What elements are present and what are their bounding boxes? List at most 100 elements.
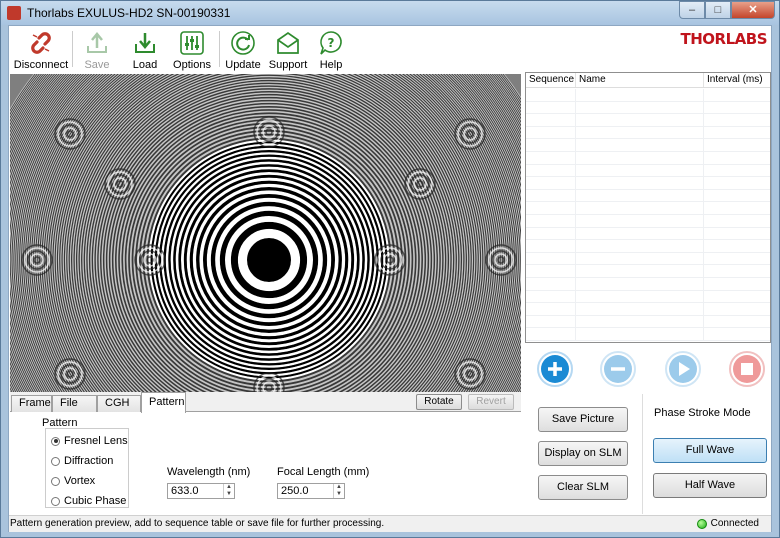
radio-label: Fresnel Lens <box>64 435 128 447</box>
spin-arrows[interactable]: ▲ ▼ <box>223 484 234 498</box>
table-row[interactable] <box>526 315 770 329</box>
table-row[interactable] <box>526 290 770 304</box>
tab-cgh[interactable]: CGH <box>97 395 141 412</box>
help-button[interactable]: ? Help <box>303 30 359 71</box>
broken-link-icon <box>28 30 54 56</box>
spin-arrows[interactable]: ▲ ▼ <box>333 484 344 498</box>
wavelength-input[interactable]: 633.0 ▲ ▼ <box>167 483 235 499</box>
table-cell <box>526 240 576 252</box>
table-cell <box>526 214 576 227</box>
stop-sequence-button[interactable] <box>729 351 765 387</box>
table-row[interactable] <box>526 139 770 152</box>
table-cell <box>526 101 576 114</box>
table-cell <box>704 177 770 189</box>
column-header-sequence[interactable]: Sequence <box>526 73 576 87</box>
table-row[interactable] <box>526 227 770 241</box>
radio-cubic-phase[interactable]: Cubic Phase <box>51 495 126 507</box>
sequence-table-header: Sequence Name Interval (ms) <box>526 73 770 88</box>
radio-fresnel-lens[interactable]: Fresnel Lens <box>51 435 128 447</box>
tab-frame[interactable]: Frame <box>11 395 52 412</box>
clear-slm-button[interactable]: Clear SLM <box>538 475 628 500</box>
connection-status: Connected <box>696 518 759 529</box>
table-cell <box>526 177 576 189</box>
table-row[interactable] <box>526 303 770 316</box>
table-cell <box>576 189 704 202</box>
radio-vortex[interactable]: Vortex <box>51 475 95 487</box>
add-sequence-button[interactable] <box>537 351 573 387</box>
table-row[interactable] <box>526 89 770 102</box>
remove-sequence-button[interactable] <box>600 351 636 387</box>
table-row[interactable] <box>526 126 770 140</box>
table-cell <box>526 139 576 151</box>
phase-stroke-panel: Phase Stroke Mode Full Wave Half Wave <box>642 394 771 514</box>
play-sequence-button[interactable] <box>665 351 701 387</box>
table-cell <box>704 265 770 277</box>
tab-file[interactable]: File <box>52 395 97 412</box>
table-cell <box>526 151 576 164</box>
minus-icon <box>604 355 632 383</box>
pattern-preview <box>10 74 521 392</box>
sequence-table-body <box>526 89 770 342</box>
slm-controls: Save Picture Display on SLM Clear SLM Ph… <box>525 394 771 516</box>
table-cell <box>526 89 576 101</box>
minimize-button[interactable]: – <box>679 1 705 19</box>
title-bar: Thorlabs EXULUS-HD2 SN-00190331 – □ ✕ <box>1 1 779 25</box>
sequence-table[interactable]: Sequence Name Interval (ms) <box>525 72 771 343</box>
phase-stroke-label: Phase Stroke Mode <box>654 407 751 419</box>
table-row[interactable] <box>526 240 770 253</box>
sliders-icon <box>179 30 205 56</box>
help-label: Help <box>319 59 343 71</box>
stop-icon <box>733 355 761 383</box>
options-label: Options <box>173 59 211 71</box>
table-row[interactable] <box>526 265 770 278</box>
save-picture-button[interactable]: Save Picture <box>538 407 628 432</box>
table-cell <box>576 151 704 164</box>
table-row[interactable] <box>526 214 770 228</box>
table-row[interactable] <box>526 252 770 266</box>
table-row[interactable] <box>526 101 770 115</box>
sequence-controls <box>525 347 771 393</box>
radio-diffraction[interactable]: Diffraction <box>51 455 113 467</box>
table-cell <box>576 126 704 139</box>
table-cell <box>704 139 770 151</box>
half-wave-button[interactable]: Half Wave <box>653 473 767 498</box>
window-controls: – □ ✕ <box>679 1 775 20</box>
table-row[interactable] <box>526 151 770 165</box>
options-button[interactable]: Options <box>164 30 220 71</box>
focal-length-input[interactable]: 250.0 ▲ ▼ <box>277 483 345 499</box>
table-cell <box>576 315 704 328</box>
table-cell <box>526 126 576 139</box>
table-cell <box>704 127 770 139</box>
radio-label: Diffraction <box>64 455 114 467</box>
radio-dot <box>51 456 60 466</box>
table-row[interactable] <box>526 189 770 203</box>
column-header-interval[interactable]: Interval (ms) <box>704 73 770 87</box>
close-button[interactable]: ✕ <box>731 1 775 19</box>
table-row[interactable] <box>526 277 770 291</box>
radio-label: Vortex <box>64 475 96 487</box>
rotate-button[interactable]: Rotate <box>416 394 462 410</box>
display-on-slm-button[interactable]: Display on SLM <box>538 441 628 466</box>
table-cell <box>576 277 704 290</box>
table-cell <box>576 290 704 303</box>
table-row[interactable] <box>526 114 770 127</box>
table-row[interactable] <box>526 328 770 341</box>
table-row[interactable] <box>526 177 770 190</box>
table-cell <box>576 89 704 101</box>
column-header-name[interactable]: Name <box>576 73 704 87</box>
table-row[interactable] <box>526 202 770 215</box>
revert-button[interactable]: Revert <box>468 394 514 410</box>
window-title: Thorlabs EXULUS-HD2 SN-00190331 <box>27 6 231 20</box>
table-row[interactable] <box>526 164 770 178</box>
table-cell <box>576 114 704 126</box>
table-cell <box>704 303 770 315</box>
help-icon: ? <box>318 30 344 56</box>
maximize-button[interactable]: □ <box>705 1 731 19</box>
tab-pattern[interactable]: Pattern <box>141 392 186 413</box>
full-wave-button[interactable]: Full Wave <box>653 438 767 463</box>
disconnect-button[interactable]: Disconnect <box>13 30 69 71</box>
table-cell <box>704 152 770 164</box>
table-cell <box>576 303 704 315</box>
table-cell <box>576 227 704 240</box>
table-cell <box>526 265 576 277</box>
